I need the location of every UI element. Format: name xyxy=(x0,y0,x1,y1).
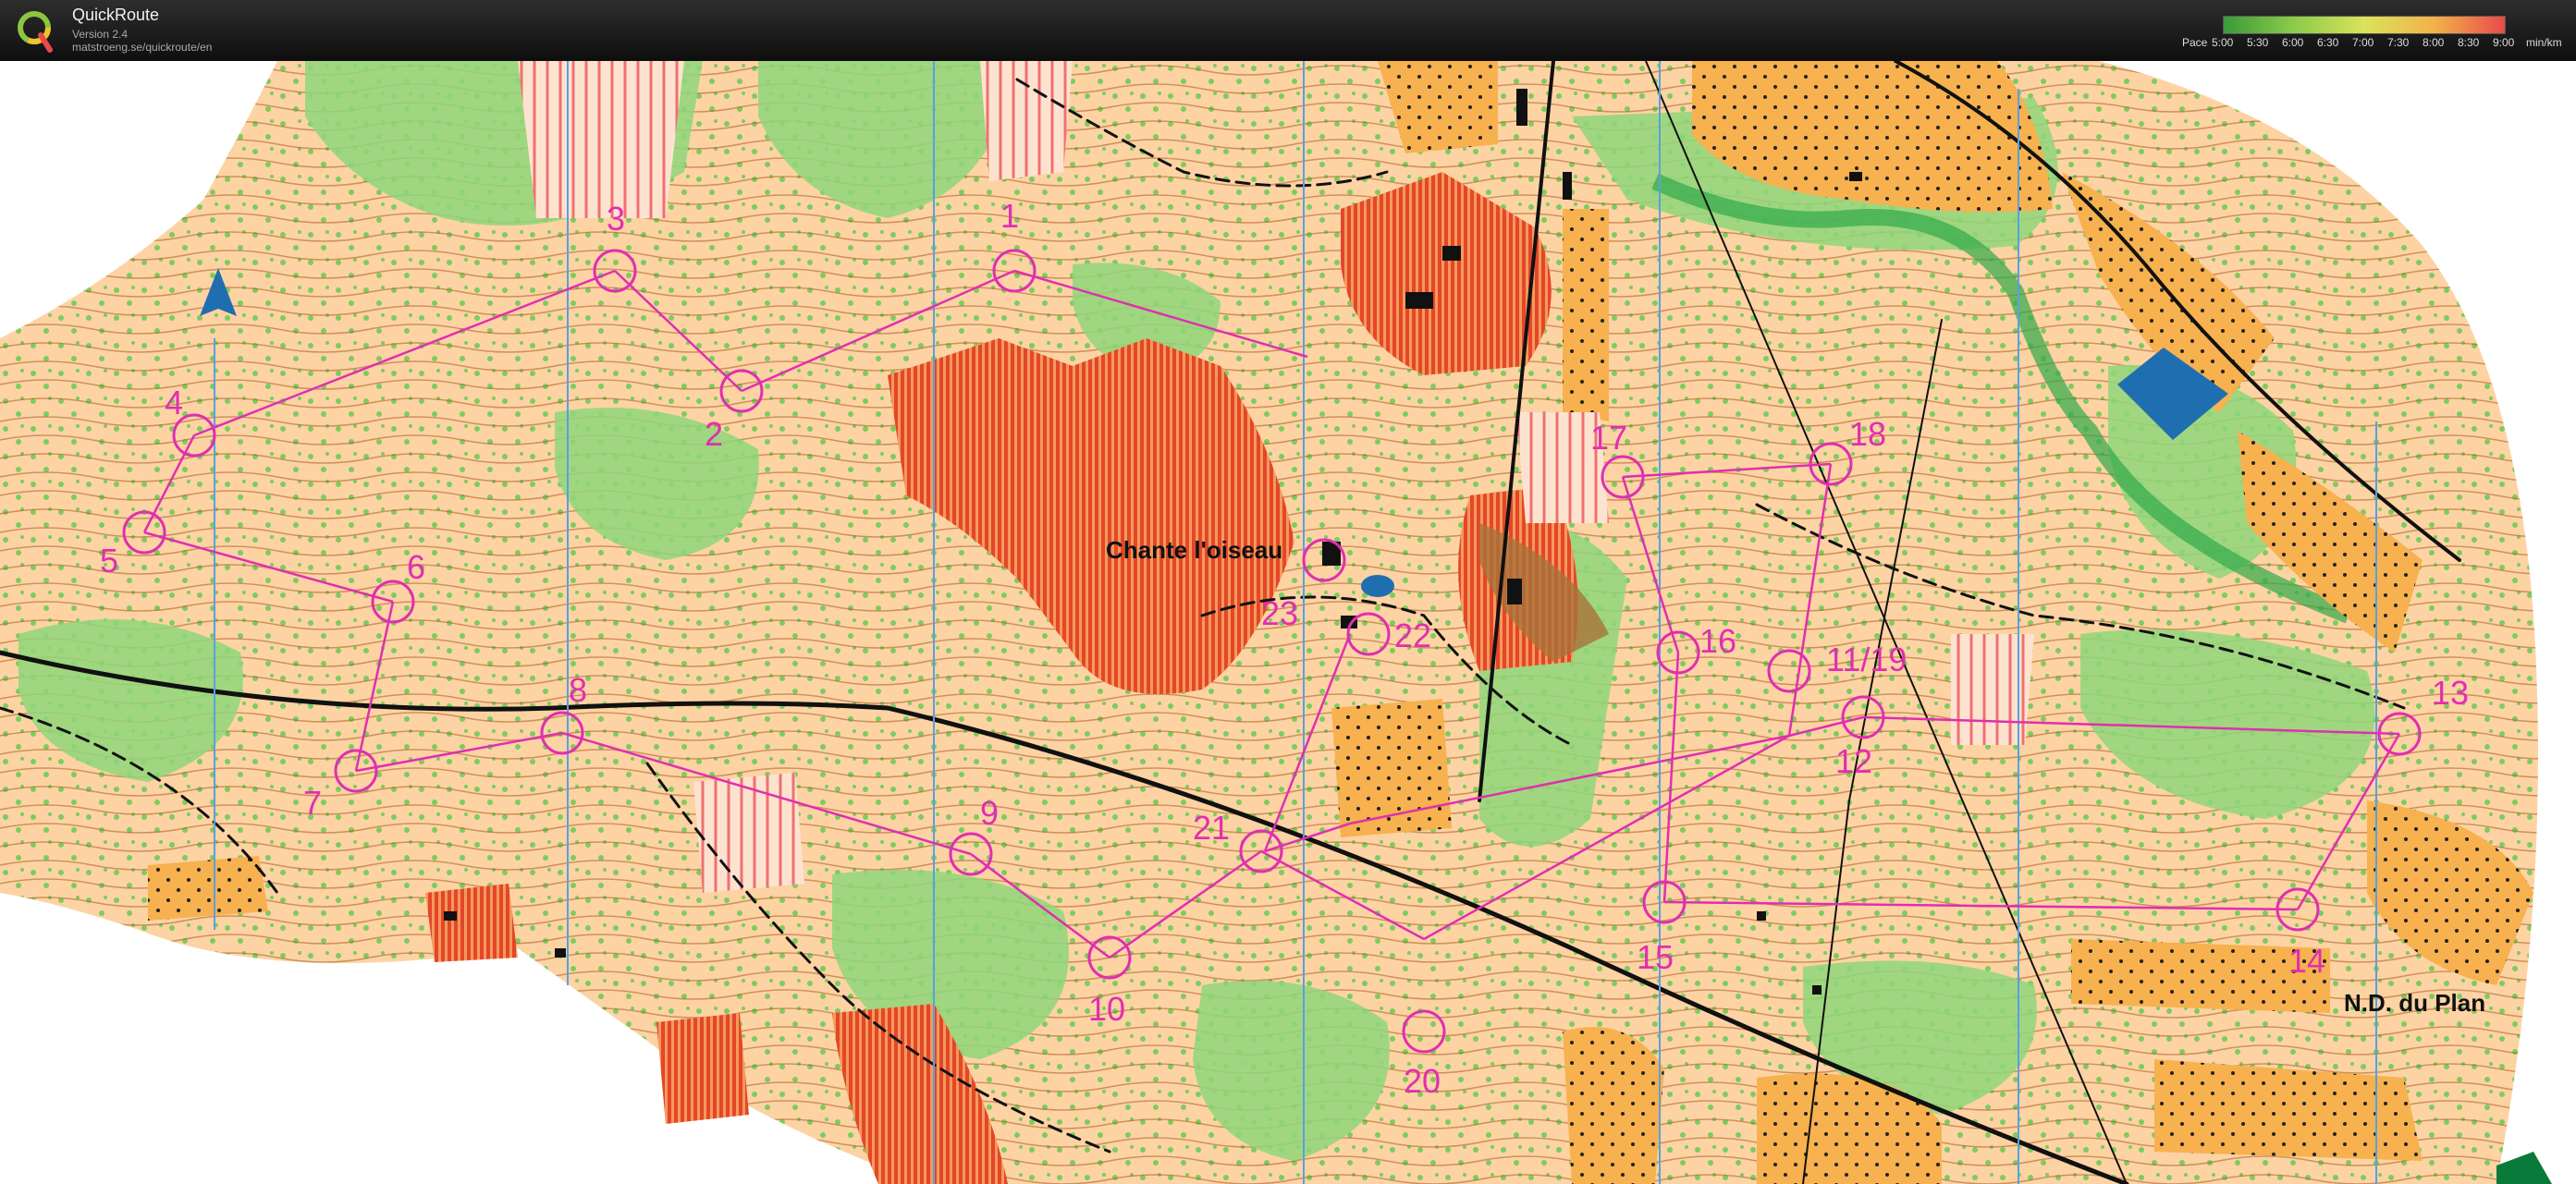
control-label: 10 xyxy=(1088,990,1125,1028)
pace-color-bar xyxy=(2223,16,2506,34)
pace-tick: 8:30 xyxy=(2458,36,2480,49)
app-version: Version 2.4 xyxy=(72,28,129,41)
pace-tick: 5:30 xyxy=(2247,36,2269,49)
control-label: 3 xyxy=(607,200,625,238)
place-name-chante-loiseau: Chante l'oiseau xyxy=(1106,536,1282,564)
pace-tick: 6:00 xyxy=(2282,36,2304,49)
app-name: QuickRoute xyxy=(72,6,160,24)
control-label: 12 xyxy=(1835,742,1872,780)
map-canvas[interactable]: 1 2 3 4 5 6 7 8 9 10 11/19 12 13 14 15 1… xyxy=(0,61,2576,1184)
control-label: 7 xyxy=(303,784,322,822)
pace-tick: 9:00 xyxy=(2493,36,2515,49)
control-label: 17 xyxy=(1590,419,1627,457)
pace-tick: 5:00 xyxy=(2212,36,2234,49)
pace-label: Pace xyxy=(2182,36,2208,49)
control-label: 20 xyxy=(1404,1062,1441,1100)
title-bar: QuickRoute Version 2.4 matstroeng.se/qui… xyxy=(0,0,2576,61)
control-label: 21 xyxy=(1193,809,1230,847)
pace-tick: 6:30 xyxy=(2317,36,2339,49)
place-name-nd-du-plan: N.D. du Plan xyxy=(2344,989,2485,1017)
control-label: 11/19 xyxy=(1826,641,1907,678)
control-label: 6 xyxy=(407,548,425,586)
app-url: matstroeng.se/quickroute/en xyxy=(72,41,213,54)
control-label: 1 xyxy=(1000,197,1019,235)
control-label: 23 xyxy=(1261,594,1298,632)
control-label: 13 xyxy=(2432,674,2469,712)
control-label: 4 xyxy=(165,384,183,421)
control-label: 16 xyxy=(1699,622,1736,660)
control-label: 15 xyxy=(1637,938,1674,976)
control-label: 8 xyxy=(569,671,587,709)
control-label: 14 xyxy=(2288,942,2325,980)
orienteering-map[interactable]: 1 2 3 4 5 6 7 8 9 10 11/19 12 13 14 15 1… xyxy=(0,61,2576,1184)
pace-unit: min/km xyxy=(2526,36,2562,49)
pace-tick: 7:30 xyxy=(2387,36,2410,49)
control-label: 2 xyxy=(705,415,723,453)
control-label: 22 xyxy=(1394,616,1431,654)
control-label: 5 xyxy=(100,542,118,580)
pace-tick: 8:00 xyxy=(2423,36,2445,49)
pace-tick: 7:00 xyxy=(2352,36,2374,49)
control-label: 18 xyxy=(1849,415,1886,453)
quickroute-logo-icon xyxy=(18,11,53,53)
control-label: 9 xyxy=(980,794,999,832)
